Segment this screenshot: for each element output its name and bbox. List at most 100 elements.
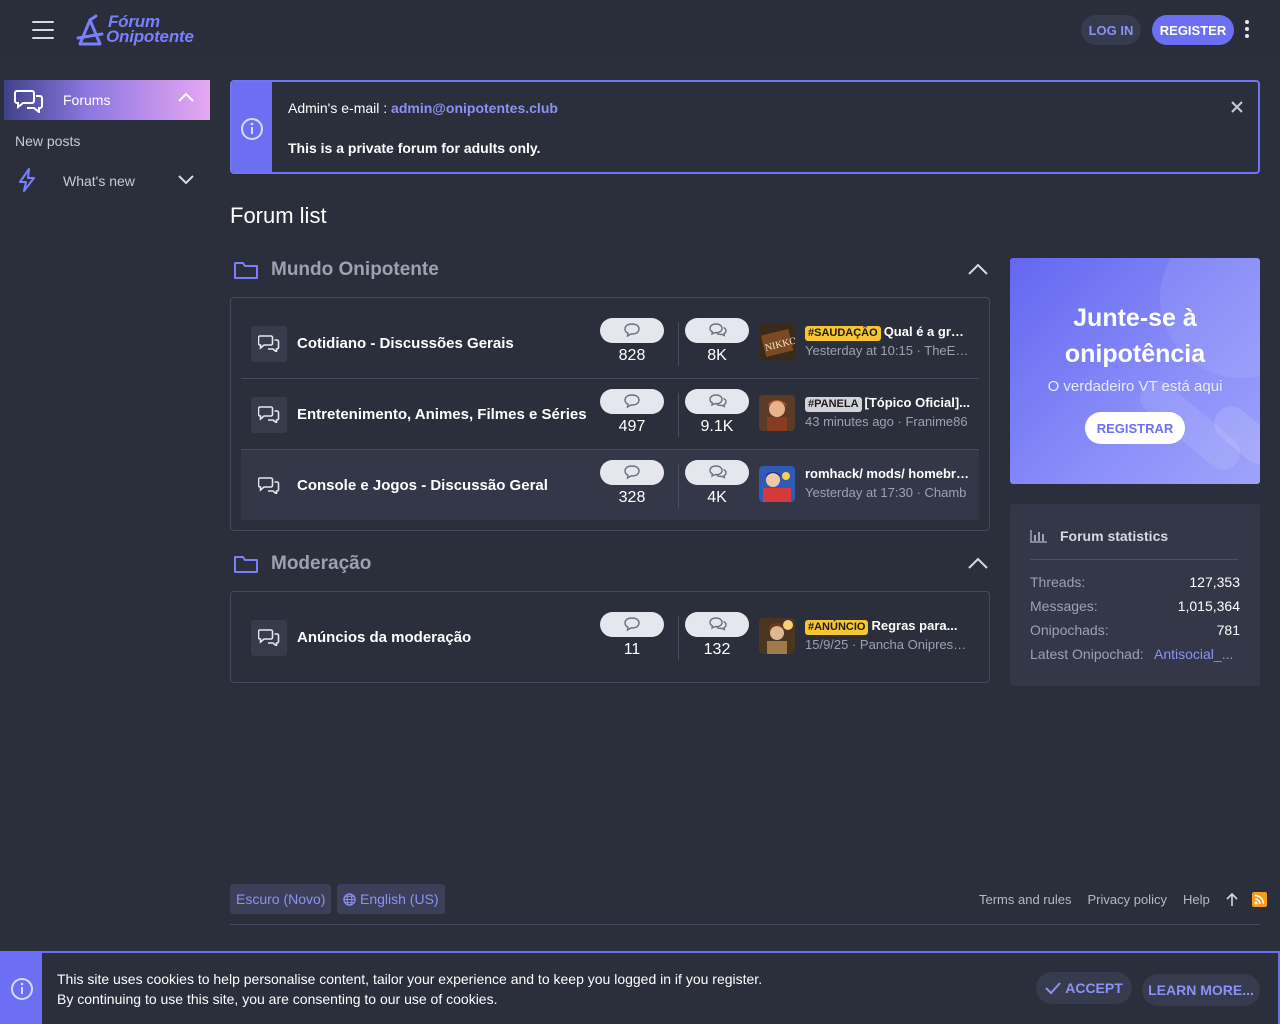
avatar[interactable] [759, 466, 795, 502]
page-title: Forum list [230, 203, 327, 228]
threads-stat: 497 [600, 389, 664, 439]
style-chooser[interactable]: Escuro (Novo) [230, 884, 332, 914]
last-post-meta: 15/9/25 · Pancha Onipresente [805, 637, 970, 652]
menu-icon[interactable] [32, 21, 54, 41]
threads-count: 497 [618, 418, 646, 435]
forum-node[interactable]: Console e Jogos - Discussão Geral 328 4K… [241, 450, 979, 520]
messages-stat: 8K [685, 318, 749, 368]
site-header: Fórum Onipotente LOG IN REGISTER [0, 0, 1280, 62]
chevron-down-icon[interactable] [177, 174, 195, 186]
threads-count: 828 [618, 347, 646, 364]
comments-icon [709, 465, 727, 479]
comment-icon [624, 323, 640, 338]
last-post-meta: Yesterday at 10:15 · TheEpicGuy [805, 343, 970, 358]
join-heading: Junte-se à onipotência [1064, 304, 1206, 368]
category-header: Moderação [230, 546, 990, 582]
category-header: Mundo Onipotente [230, 252, 990, 288]
last-post-title[interactable]: romhack/ mods/ homebrew... [805, 466, 970, 481]
cookie-text-line1: This site uses cookies to help personali… [57, 971, 763, 987]
forum-node[interactable]: Cotidiano - Discussões Gerais 828 8K NIK… [241, 308, 979, 378]
avatar[interactable] [759, 395, 795, 431]
latest-member-link[interactable]: Antisocial_... [1154, 646, 1240, 662]
forum-node-title[interactable]: Console e Jogos - Discussão Geral [297, 477, 548, 494]
forum-node-title[interactable]: Anúncios da moderação [297, 629, 471, 646]
logo-mark-icon [76, 14, 104, 46]
last-post-title[interactable]: #ANÚNCIO Regras para... [805, 618, 970, 635]
admin-email-link[interactable]: admin@onipotentes.club [391, 100, 558, 116]
avatar[interactable] [759, 618, 795, 654]
sidebar: Forums New posts What's new [0, 62, 210, 1024]
sidebar-item-new-posts[interactable]: New posts [15, 133, 80, 149]
forum-node[interactable]: Entretenimento, Animes, Filmes e Séries … [241, 379, 979, 449]
thread-prefix: #ANÚNCIO [805, 620, 869, 635]
chevron-up-icon[interactable] [177, 91, 195, 103]
rss-icon[interactable] [1251, 892, 1267, 907]
messages-count: 9.1K [700, 418, 734, 435]
login-button[interactable]: LOG IN [1081, 15, 1141, 45]
folder-icon [234, 262, 258, 279]
avatar[interactable]: NIKKO [759, 324, 795, 360]
last-post[interactable]: NIKKO #SAUDAÇÃOQual é a grande... Yester… [759, 324, 974, 364]
arrow-up-icon[interactable] [1226, 892, 1238, 907]
notice-banner: Admin's e-mail : admin@onipotentes.club … [230, 80, 1260, 174]
notice-email-line: Admin's e-mail : admin@onipotentes.club [288, 100, 558, 116]
footer-link-help[interactable]: Help [1183, 892, 1210, 907]
sidebar-item-forums[interactable]: Forums [4, 80, 210, 120]
forum-node[interactable]: Anúncios da moderação 11 132 #ANÚNCIO Reg… [241, 602, 979, 672]
chevron-up-icon[interactable] [967, 556, 989, 570]
forum-node-icon-box [251, 326, 287, 362]
messages-stat: 4K [685, 460, 749, 510]
comment-icon [624, 394, 640, 409]
join-widget: Junte-se à onipotência O verdadeiro VT e… [1010, 258, 1260, 484]
footer-link-terms[interactable]: Terms and rules [979, 892, 1071, 907]
sidebar-item-whats-new[interactable]: What's new [0, 162, 210, 198]
site-logo[interactable]: Fórum Onipotente [76, 13, 202, 48]
messages-count: 132 [703, 641, 731, 658]
sidebar-item-label: What's new [63, 173, 135, 189]
forum-node-icon-box [251, 468, 287, 504]
language-chooser[interactable]: English (US) [337, 884, 445, 914]
chevron-up-icon[interactable] [967, 262, 989, 276]
bar-chart-icon [1030, 530, 1047, 543]
comments-icon [709, 323, 727, 337]
footer-link-privacy[interactable]: Privacy policy [1087, 892, 1166, 907]
last-post[interactable]: #PANELA [Tópico Oficial]... 43 minutes ag… [759, 395, 974, 435]
more-options-icon[interactable] [1243, 20, 1251, 40]
category-title[interactable]: Mundo Onipotente [271, 259, 439, 281]
threads-stat: 328 [600, 460, 664, 510]
forum-node-title[interactable]: Entretenimento, Animes, Filmes e Séries [297, 406, 587, 423]
messages-stat: 9.1K [685, 389, 749, 439]
forum-node-title[interactable]: Cotidiano - Discussões Gerais [297, 335, 514, 352]
last-post[interactable]: romhack/ mods/ homebrew... Yesterday at … [759, 466, 974, 506]
last-post[interactable]: #ANÚNCIO Regras para... 15/9/25 · Pancha … [759, 618, 974, 658]
notice-text: This is a private forum for adults only. [288, 140, 541, 156]
check-icon [1045, 982, 1061, 995]
register-button[interactable]: REGISTER [1152, 15, 1234, 45]
cookie-notice: This site uses cookies to help personali… [0, 951, 1280, 1024]
thread-prefix: #SAUDAÇÃO [805, 326, 881, 341]
last-post-meta: Yesterday at 17:30 · Chamb [805, 485, 967, 500]
last-post-meta: 43 minutes ago · Franime86 [805, 414, 968, 429]
learn-more-button[interactable]: LEARN MORE... [1142, 974, 1260, 1006]
threads-stat: 11 [600, 612, 664, 662]
chat-bubbles-icon [14, 90, 43, 113]
last-post-title[interactable]: #SAUDAÇÃOQual é a grande... [805, 324, 970, 341]
join-subtitle: O verdadeiro VT está aqui [1047, 378, 1223, 395]
chat-bubbles-icon [258, 477, 280, 494]
last-post-title[interactable]: #PANELA [Tópico Oficial]... [805, 395, 970, 412]
close-icon[interactable] [1230, 100, 1244, 114]
cookie-text-line2: By continuing to use this site, you are … [57, 991, 498, 1007]
globe-icon [343, 892, 356, 906]
comments-icon [709, 617, 727, 631]
info-icon [11, 978, 33, 1000]
threads-count: 11 [623, 641, 641, 658]
logo-text-line2: Onipotente [106, 27, 194, 46]
forum-statistics-widget: Forum statistics Threads: 127,353 Message… [1010, 504, 1260, 686]
accept-cookies-button[interactable]: ACCEPT [1036, 972, 1132, 1004]
category-title[interactable]: Moderação [271, 553, 371, 575]
footer-links: Terms and rules Privacy policy Help [979, 892, 1267, 907]
category-node-list: Cotidiano - Discussões Gerais 828 8K NIK… [230, 297, 990, 531]
registrar-button[interactable]: REGISTRAR [1085, 412, 1185, 444]
messages-count: 8K [707, 347, 727, 364]
folder-icon [234, 556, 258, 573]
